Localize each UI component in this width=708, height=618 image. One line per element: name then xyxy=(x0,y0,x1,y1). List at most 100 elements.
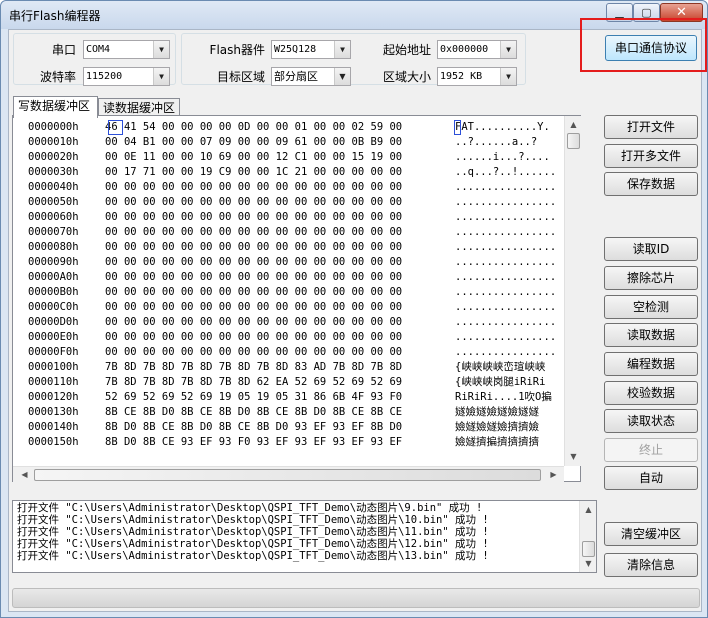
hex-ascii: RiRiRi....1吹O揙 xyxy=(455,391,552,403)
hex-address: 0000020h xyxy=(28,151,79,163)
log-line: 打开文件 "C:\Users\Administrator\Desktop\QSP… xyxy=(17,526,489,538)
hex-bytes: 8B D0 8B CE 93 EF 93 F0 93 EF 93 EF 93 E… xyxy=(105,436,403,448)
region-size-select[interactable]: 1952 KB ▼ xyxy=(437,67,517,86)
verify-data-button[interactable]: 校验数据 xyxy=(604,381,698,405)
hex-ascii: ................ xyxy=(455,256,557,268)
clear-buffer-button[interactable]: 清空缓冲区 xyxy=(604,522,698,546)
open-file-button[interactable]: 打开文件 xyxy=(604,115,698,139)
hex-address: 0000040h xyxy=(28,181,79,193)
log-scroll-thumb[interactable] xyxy=(582,541,595,557)
erase-chip-button[interactable]: 擦除芯片 xyxy=(604,266,698,290)
hex-ascii: ................ xyxy=(455,271,557,283)
start-address-label: 起始地址 xyxy=(382,43,431,57)
highlight-box xyxy=(580,18,707,72)
scroll-thumb[interactable] xyxy=(567,133,580,149)
scroll-right-icon[interactable]: ▶ xyxy=(546,467,561,482)
save-data-button[interactable]: 保存数据 xyxy=(604,172,698,196)
scroll-left-icon[interactable]: ◀ xyxy=(17,467,32,482)
log-vertical-scrollbar[interactable]: ▲ ▼ xyxy=(579,501,596,572)
chevron-down-icon: ▼ xyxy=(334,41,350,58)
hex-ascii: ................ xyxy=(455,181,557,193)
hex-bytes: 00 00 00 00 00 00 00 00 00 00 00 00 00 0… xyxy=(105,241,403,253)
hex-ascii: ................ xyxy=(455,316,557,328)
hex-address: 0000100h xyxy=(28,361,79,373)
hex-vertical-scrollbar[interactable]: ▲ ▼ xyxy=(564,116,581,466)
serial-settings-group: 串口 COM4 ▼ 波特率 115200 ▼ xyxy=(13,33,176,86)
hex-data-view[interactable]: 0000000h 46 41 54 00 00 00 00 0D 00 00 01… xyxy=(12,115,581,482)
hex-bytes: 00 00 00 00 00 00 00 00 00 00 00 00 00 0… xyxy=(105,346,403,358)
hex-bytes: 00 0E 11 00 00 10 69 00 00 12 C1 00 00 1… xyxy=(105,151,403,163)
chevron-down-icon: ▼ xyxy=(153,41,169,58)
clear-info-button[interactable]: 清除信息 xyxy=(604,553,698,577)
hex-address: 0000110h xyxy=(28,376,79,388)
hex-address: 00000A0h xyxy=(28,271,79,283)
hex-address: 00000B0h xyxy=(28,286,79,298)
scroll-up-icon[interactable]: ▲ xyxy=(581,502,596,517)
h-scroll-thumb[interactable] xyxy=(34,469,541,481)
chevron-down-icon: ▼ xyxy=(153,68,169,85)
port-select[interactable]: COM4 ▼ xyxy=(83,40,170,59)
hex-bytes: 00 00 00 00 00 00 00 00 00 00 00 00 00 0… xyxy=(105,211,403,223)
hex-ascii: 嬘嬐嬘嬐嬘嬐嬘嬘 xyxy=(455,406,539,418)
region-size-label: 区域大小 xyxy=(382,70,431,84)
auto-button[interactable]: 自动 xyxy=(604,466,698,490)
scroll-down-icon[interactable]: ▼ xyxy=(566,449,581,464)
hex-row: 0000000h 46 41 54 00 00 00 00 0D 00 00 01… xyxy=(13,120,564,135)
hex-address: 0000070h xyxy=(28,226,79,238)
hex-row: 0000020h 00 0E 11 00 00 10 69 00 00 12 C1… xyxy=(13,150,564,165)
log-output[interactable]: 打开文件 "C:\Users\Administrator\Desktop\QSP… xyxy=(12,500,597,573)
hex-ascii: ................ xyxy=(455,301,557,313)
hex-bytes: 00 00 00 00 00 00 00 00 00 00 00 00 00 0… xyxy=(105,196,403,208)
hex-row: 0000010h 00 04 B1 00 00 07 09 00 00 09 61… xyxy=(13,135,564,150)
hex-ascii: 嬐嬘嬐嬘嬐擠擠嬐 xyxy=(455,421,539,433)
hex-ascii: ................ xyxy=(455,196,557,208)
target-select[interactable]: 部分扇区 ▼ xyxy=(271,67,351,86)
hex-row: 00000F0h 00 00 00 00 00 00 00 00 00 00 00… xyxy=(13,345,564,360)
hex-ascii: 嬐嬘擠揙擠擠擠擠 xyxy=(455,436,539,448)
cursor-ascii-box xyxy=(454,120,461,135)
device-label: Flash器件 xyxy=(209,43,265,57)
hex-ascii: ................ xyxy=(455,211,557,223)
read-data-button[interactable]: 读取数据 xyxy=(604,323,698,347)
start-address-value: 0x000000 xyxy=(440,44,489,55)
region-size-value: 1952 KB xyxy=(440,71,483,82)
hex-address: 0000130h xyxy=(28,406,79,418)
hex-bytes: 7B 8D 7B 8D 7B 8D 7B 8D 7B 8D 83 AD 7B 8… xyxy=(105,361,403,373)
start-address-select[interactable]: 0x000000 ▼ xyxy=(437,40,517,59)
hex-row: 0000090h 00 00 00 00 00 00 00 00 00 00 00… xyxy=(13,255,564,270)
hex-ascii: FAT..........Y. xyxy=(455,121,550,133)
log-line: 打开文件 "C:\Users\Administrator\Desktop\QSP… xyxy=(17,538,489,550)
hex-address: 0000010h xyxy=(28,136,79,148)
program-data-button[interactable]: 编程数据 xyxy=(604,352,698,376)
device-value: W25Q128 xyxy=(274,44,317,55)
hex-row: 0000120h 52 69 52 69 52 69 19 05 19 05 31… xyxy=(13,390,564,405)
baud-select[interactable]: 115200 ▼ xyxy=(83,67,170,86)
stop-button[interactable]: 终止 xyxy=(604,438,698,462)
target-value: 部分扇区 xyxy=(274,70,318,83)
blank-check-button[interactable]: 空检测 xyxy=(604,295,698,319)
read-id-button[interactable]: 读取ID xyxy=(604,237,698,261)
main-window: 串行Flash编程器 ▁ ▢ ✕ 串口 COM4 ▼ 波特率 115200 ▼ Fl… xyxy=(0,0,708,618)
hex-ascii: ................ xyxy=(455,286,557,298)
hex-address: 00000E0h xyxy=(28,331,79,343)
hex-bytes: 00 00 00 00 00 00 00 00 00 00 00 00 00 0… xyxy=(105,331,403,343)
hex-address: 0000030h xyxy=(28,166,79,178)
hex-horizontal-scrollbar[interactable]: ◀ ▶ xyxy=(13,466,564,482)
hex-row: 0000080h 00 00 00 00 00 00 00 00 00 00 00… xyxy=(13,240,564,255)
window-title: 串行Flash编程器 xyxy=(9,9,101,23)
tab-write-buffer[interactable]: 写数据缓冲区 xyxy=(13,96,98,118)
hex-bytes: 00 17 71 00 00 19 C9 00 00 1C 21 00 00 0… xyxy=(105,166,403,178)
hex-bytes: 52 69 52 69 52 69 19 05 19 05 31 86 6B 4… xyxy=(105,391,403,403)
baud-value: 115200 xyxy=(86,71,123,82)
device-select[interactable]: W25Q128 ▼ xyxy=(271,40,351,59)
hex-row: 0000130h 8B CE 8B D0 8B CE 8B D0 8B CE 8B… xyxy=(13,405,564,420)
read-status-button[interactable]: 读取状态 xyxy=(604,409,698,433)
baud-label: 波特率 xyxy=(39,70,76,84)
log-line: 打开文件 "C:\Users\Administrator\Desktop\QSP… xyxy=(17,502,483,514)
scroll-down-icon[interactable]: ▼ xyxy=(581,556,596,571)
hex-address: 00000C0h xyxy=(28,301,79,313)
scroll-up-icon[interactable]: ▲ xyxy=(566,117,581,132)
open-multiple-files-button[interactable]: 打开多文件 xyxy=(604,144,698,168)
chevron-down-icon: ▼ xyxy=(500,41,516,58)
hex-address: 0000050h xyxy=(28,196,79,208)
